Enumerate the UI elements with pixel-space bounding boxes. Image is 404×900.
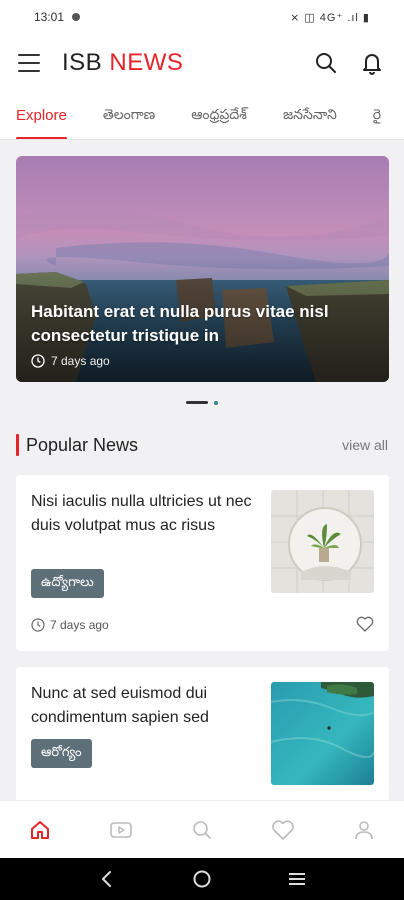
view-all-link[interactable]: view all: [342, 437, 388, 453]
header-actions: [312, 49, 386, 77]
brand-prefix: ISB: [62, 49, 103, 76]
notification-dot-icon: [72, 13, 81, 21]
tab-more[interactable]: రై: [373, 92, 381, 139]
heart-icon[interactable]: [356, 616, 374, 637]
news-card-timestamp: 7 days ago: [31, 618, 109, 632]
hero-time-text: 7 days ago: [51, 354, 110, 368]
news-card-tag[interactable]: ఉద్యోగాలు: [31, 569, 104, 598]
brand-suffix: NEWS: [109, 49, 184, 76]
carousel-dot-active[interactable]: [186, 401, 208, 404]
news-card-thumbnail: [271, 682, 374, 785]
carousel-dot[interactable]: [214, 401, 218, 405]
category-tabs: Explore తెలంగాణ ఆంధ్రప్రదేశ్ జనసేనాని రై: [0, 92, 404, 140]
news-card-tag[interactable]: ఆరోగ్యం: [31, 739, 92, 768]
hero-news-card[interactable]: Habitant erat et nulla purus vitae nisl …: [16, 156, 389, 382]
popular-news-header: Popular News view all: [16, 432, 388, 458]
news-card-title: Nisi iaculis nulla ultricies ut nec duis…: [31, 493, 252, 534]
news-card-thumbnail: [271, 490, 374, 593]
back-icon[interactable]: [92, 864, 122, 894]
hero-title: Habitant erat et nulla purus vitae nisl …: [31, 302, 329, 345]
recents-icon[interactable]: [282, 864, 312, 894]
home-circle-icon[interactable]: [187, 864, 217, 894]
hero-timestamp: 7 days ago: [31, 354, 374, 368]
tab-janasenani[interactable]: జనసేనాని: [283, 92, 337, 139]
clock-icon: [31, 354, 45, 368]
status-bar: 13:01 ⨯ ◫ 4G⁺ .ıl ▮: [0, 0, 404, 34]
tab-telangana[interactable]: తెలంగాణ: [103, 92, 155, 139]
news-card[interactable]: Nisi iaculis nulla ultricies ut nec duis…: [16, 475, 389, 651]
carousel-indicator: [0, 401, 404, 405]
search-icon[interactable]: [182, 810, 222, 850]
status-time: 13:01: [34, 10, 65, 24]
section-accent-bar: [16, 434, 19, 456]
heart-icon[interactable]: [263, 810, 303, 850]
home-icon[interactable]: [20, 810, 60, 850]
status-indicators: ⨯ ◫ 4G⁺ .ıl ▮: [290, 11, 370, 24]
clock-icon: [31, 618, 45, 632]
hero-text: Habitant erat et nulla purus vitae nisl …: [31, 300, 374, 368]
system-navigation-bar: [0, 858, 404, 900]
news-card-time-text: 7 days ago: [50, 618, 109, 632]
news-card[interactable]: Nunc at sed euismod dui condimentum sapi…: [16, 667, 389, 807]
profile-icon[interactable]: [344, 810, 384, 850]
video-icon[interactable]: [101, 810, 141, 850]
tab-explore[interactable]: Explore: [16, 92, 67, 139]
news-card-title: Nunc at sed euismod dui condimentum sapi…: [31, 685, 209, 726]
brand-logo: ISB NEWS: [62, 49, 183, 77]
bottom-navigation: [0, 800, 404, 858]
bell-icon[interactable]: [358, 49, 386, 77]
tab-andhra-pradesh[interactable]: ఆంధ్రప్రదేశ్: [191, 92, 247, 139]
search-icon[interactable]: [312, 49, 340, 77]
app-header: ISB NEWS: [0, 34, 404, 92]
section-title: Popular News: [26, 434, 139, 455]
menu-icon[interactable]: [18, 54, 40, 72]
